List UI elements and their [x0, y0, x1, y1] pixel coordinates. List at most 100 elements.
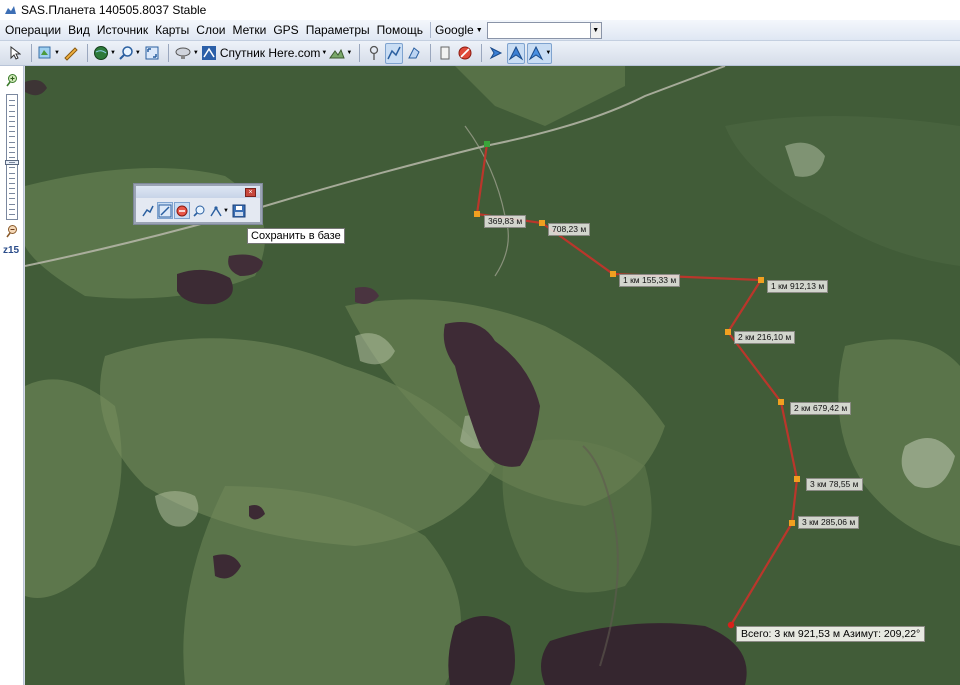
- zoom-slider-tick: [9, 152, 15, 153]
- zoom-slider-tick: [9, 198, 15, 199]
- delete-point-button[interactable]: [174, 202, 190, 219]
- route-node: [789, 520, 795, 526]
- line-tool-button[interactable]: [157, 202, 173, 219]
- globe-button[interactable]: ▼: [93, 43, 116, 64]
- route-edit-panel: × ▼: [134, 184, 262, 224]
- zoom-in-button[interactable]: [5, 73, 19, 90]
- line-tool-icon: [158, 204, 172, 217]
- gps-arrow-icon: [490, 46, 503, 60]
- layers-icon: [38, 46, 51, 59]
- menu-gps[interactable]: GPS: [273, 23, 298, 37]
- gps-track-button[interactable]: [507, 42, 526, 64]
- sas-planet-window: SAS.Планета 140505.8037 Stable Операции …: [0, 0, 960, 685]
- fullscreen-icon: [145, 46, 159, 60]
- map-source-button[interactable]: Спутник Here.com ▼: [201, 43, 327, 64]
- total-distance-label: Всего: 3 км 921,53 м Азимут: 209,22°: [736, 626, 926, 642]
- edit-path-button[interactable]: [140, 202, 156, 219]
- route-node: [758, 277, 764, 283]
- route-node: [474, 211, 480, 217]
- route-node: [794, 476, 800, 482]
- line-options-icon: [210, 205, 222, 216]
- layers-button[interactable]: ▼: [37, 43, 60, 64]
- add-placemark-button[interactable]: [365, 43, 383, 64]
- route-node: [610, 271, 616, 277]
- zoom-slider-tick: [9, 209, 15, 210]
- zoom-slider-tick: [9, 183, 15, 184]
- segment-distance-label: 708,23 м: [548, 223, 591, 236]
- segment-distance-label: 369,83 м: [484, 215, 527, 228]
- menu-separator: [430, 22, 432, 38]
- menu-source[interactable]: Источник: [97, 23, 148, 37]
- pin-icon: [370, 45, 379, 60]
- route-end-node: [727, 621, 735, 629]
- main-toolbar: ▼ ▼ ▼ ▼ Спутник Here.com ▼ ▼ ▼: [0, 41, 960, 66]
- zoom-slider-tick: [9, 162, 15, 163]
- route-start-node: [484, 141, 490, 147]
- zoom-tool-button[interactable]: ▼: [118, 43, 141, 64]
- zoom-slider-tick: [9, 204, 15, 205]
- route-node: [725, 329, 731, 335]
- zoom-slider-tick: [9, 147, 15, 148]
- menu-operations[interactable]: Операции: [5, 23, 61, 37]
- magnifier-icon: [119, 46, 133, 60]
- cursor-button[interactable]: [6, 43, 24, 64]
- panel-title-bar[interactable]: [136, 186, 260, 198]
- map-view[interactable]: 369,83 м 708,23 м 1 км 155,33 м 1 км 912…: [25, 66, 960, 685]
- zoom-slider-tick: [9, 173, 15, 174]
- search-input[interactable]: [486, 21, 591, 39]
- menu-layers[interactable]: Слои: [196, 23, 225, 37]
- ruler-button[interactable]: [62, 43, 80, 64]
- gps-center-button[interactable]: ▼: [527, 42, 553, 64]
- floppy-disk-icon: [232, 204, 246, 217]
- save-to-database-button[interactable]: [231, 202, 247, 219]
- zoom-slider-tick: [9, 188, 15, 189]
- hide-marks-button[interactable]: [456, 43, 474, 64]
- gps-center-icon: [529, 45, 544, 61]
- menu-view[interactable]: Вид: [68, 23, 90, 37]
- window-title: SAS.Планета 140505.8037 Stable: [21, 3, 207, 17]
- zoom-slider-tick: [9, 111, 15, 112]
- cursor-icon: [10, 46, 21, 60]
- line-options-button[interactable]: ▼: [208, 202, 230, 219]
- gps-connect-button[interactable]: [487, 43, 505, 64]
- segment-distance-label: 2 км 216,10 м: [734, 331, 796, 344]
- path-icon: [387, 46, 401, 60]
- zoom-slider-tick: [9, 121, 15, 122]
- segment-distance-label: 2 км 679,42 м: [790, 402, 852, 415]
- route-node: [539, 220, 545, 226]
- zoom-slider-tick: [9, 105, 15, 106]
- terrain-layer-button[interactable]: ▼: [329, 43, 352, 64]
- menu-marks[interactable]: Метки: [232, 23, 266, 37]
- zoom-slider-tick: [9, 126, 15, 127]
- zoom-slider-tick: [9, 116, 15, 117]
- path-edit-icon: [142, 205, 154, 216]
- satellite-source-button[interactable]: ▼: [174, 43, 199, 64]
- zoom-out-button[interactable]: [5, 224, 19, 241]
- satellite-dish-icon: [175, 47, 191, 59]
- zoom-slider-tick: [9, 214, 15, 215]
- globe-icon: [93, 46, 108, 60]
- zoom-slider-tick: [9, 167, 15, 168]
- zoom-sidebar: z15: [0, 66, 24, 685]
- fullscreen-button[interactable]: [143, 43, 161, 64]
- segment-distance-label: 3 км 285,06 м: [798, 516, 860, 529]
- menu-maps[interactable]: Карты: [155, 23, 189, 37]
- save-tooltip: Сохранить в базе: [247, 228, 345, 244]
- zoom-slider[interactable]: [5, 94, 19, 220]
- add-polygon-button[interactable]: [405, 43, 423, 64]
- marks-manager-button[interactable]: [436, 43, 454, 64]
- chevron-down-icon: ▼: [475, 26, 483, 34]
- segment-distance-label: 3 км 78,55 м: [806, 478, 863, 491]
- marks-icon: [440, 46, 450, 60]
- zoom-out-icon: [6, 225, 17, 238]
- zoom-to-route-button[interactable]: [191, 202, 207, 219]
- menu-parameters[interactable]: Параметры: [306, 23, 370, 37]
- search-engine-select[interactable]: Google ▼: [435, 23, 483, 37]
- search-history-dropdown[interactable]: ▼: [590, 21, 602, 39]
- menu-help[interactable]: Помощь: [377, 23, 423, 37]
- zoom-slider-tick: [9, 136, 15, 137]
- add-path-button[interactable]: [385, 42, 404, 64]
- close-icon[interactable]: ×: [245, 188, 256, 197]
- title-bar: SAS.Планета 140505.8037 Stable: [0, 0, 960, 20]
- zoom-slider-tick: [9, 178, 15, 179]
